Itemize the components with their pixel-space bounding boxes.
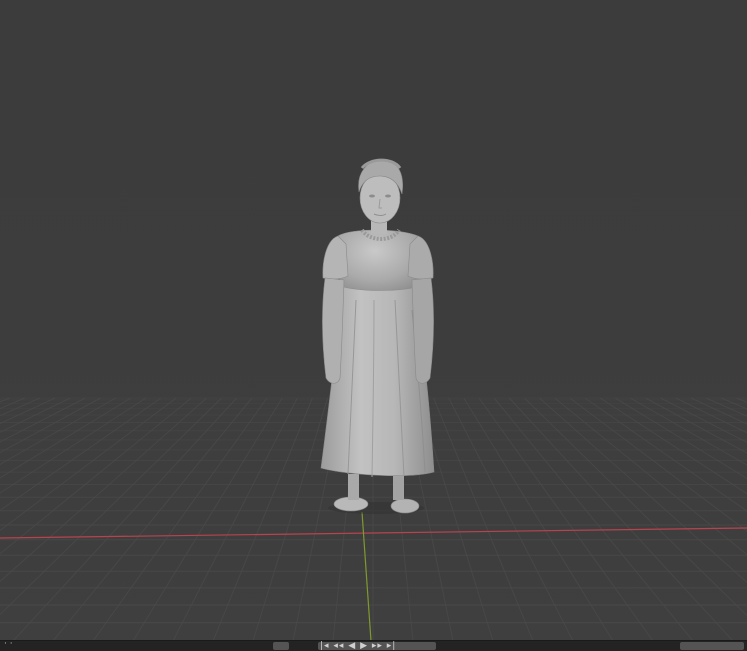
record-icon[interactable] <box>273 642 289 650</box>
viewport-scene[interactable] <box>0 0 747 651</box>
playback-glyphs[interactable]: |◂ ◂◂ ◀ ▶ ▸▸ ▸| <box>320 641 396 651</box>
y-axis-line <box>361 511 372 642</box>
timeline-header[interactable]: · · |◂ ◂◂ ◀ ▶ ▸▸ ▸| <box>0 639 747 651</box>
frame-field[interactable] <box>680 642 744 650</box>
3d-viewport[interactable]: · · |◂ ◂◂ ◀ ▶ ▸▸ ▸| <box>0 0 747 651</box>
timeline-label: · · <box>4 639 13 649</box>
statue-figure[interactable] <box>320 158 435 514</box>
